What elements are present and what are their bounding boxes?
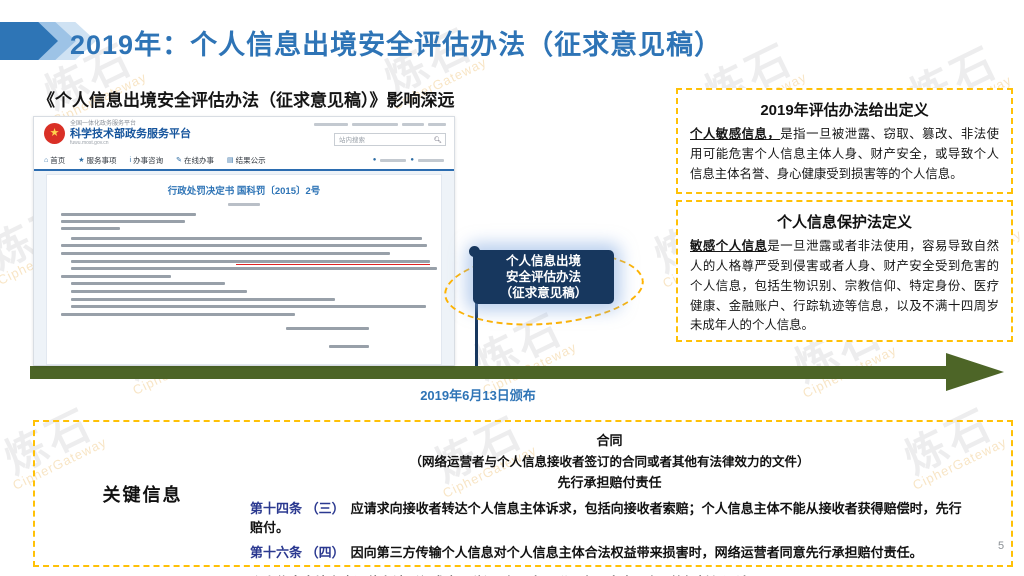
search-icon[interactable]: 🔍︎ — [434, 134, 442, 147]
document-text-line — [71, 290, 247, 294]
article-ref: 第十六条 （四） — [250, 545, 345, 560]
document-signature-lines — [61, 322, 427, 358]
article-text: 应请求向接收者转达个人信息主体诉求，包括向接收者索赔；个人信息主体不能从接收者获… — [250, 500, 962, 535]
document-text-line — [61, 244, 427, 248]
article-text: 因向第三方传输个人信息对个人信息主体合法权益带来损害时，网络运营者同意先行承担赔… — [350, 545, 923, 560]
document-text-line — [61, 226, 120, 230]
contract-heading: 合同 — [596, 433, 623, 448]
nav-icon: ▤ — [226, 157, 234, 164]
slide-subtitle: 《个人信息出境安全评估办法（征求意见稿）》影响深远 — [38, 91, 455, 110]
nav-item-3[interactable]: ✎ 在线办事 — [176, 155, 214, 166]
definition-text: 是一旦泄露或者非法使用，容易导致自然人的人格尊严受到侵害或者人身、财产安全受到危… — [690, 239, 1000, 333]
timeline-arrow-head — [946, 353, 1004, 391]
site-navbar: ⌂ 首页 ★ 服务事项 i 办事咨询 ✎ 在线办事 ▤ 结果公示 ● ● — [34, 151, 454, 171]
nav-icon: i — [129, 156, 132, 164]
header-links[interactable] — [314, 123, 446, 126]
national-emblem-icon: ★ — [44, 123, 65, 144]
gov-website-screenshot: ★ 全国一体化政务服务平台 科学技术部政务服务平台 fuwu.most.gov.… — [33, 116, 455, 366]
site-name: 科学技术部政务服务平台 — [70, 127, 191, 140]
page-number: 5 — [998, 540, 1005, 552]
document-body-lines — [61, 236, 437, 316]
document-text-line — [71, 305, 427, 309]
definition-box-pipl: 个人信息保护法定义 敏感个人信息是一旦泄露或者非法使用，容易导致自然人的人格尊严… — [676, 200, 1013, 342]
badge-line: 安全评估办法 — [505, 269, 581, 284]
article-ref: 第十四条 （三） — [250, 500, 345, 516]
site-url: fuwu.most.gov.cn — [70, 139, 109, 146]
document-text-line — [61, 219, 186, 223]
document-text-line — [61, 212, 197, 216]
site-search-input[interactable]: 站内搜索 🔍︎ — [334, 133, 446, 146]
document-signature-line — [328, 345, 369, 349]
nav-label: 服务事项 — [86, 155, 117, 165]
document-text-line — [71, 297, 335, 301]
definition-box-body: 个人敏感信息，是指一旦被泄露、窃取、篡改、非法使用可能危害个人信息主体人身、财产… — [690, 125, 999, 185]
page-title: 2019年：个人信息出境安全评估办法（征求意见稿） — [70, 30, 723, 60]
nav-item-1[interactable]: ★ 服务事项 — [78, 155, 116, 166]
key-info-label: 关键信息 — [102, 484, 183, 505]
key-info-box: 关键信息 合同 （网络运营者与个人信息接收者签订的合同或者其他有法律效力的文件）… — [33, 420, 1013, 576]
nav-label: 结果公示 — [235, 155, 266, 165]
document-text-line — [71, 282, 225, 286]
user-icon: ● — [372, 157, 377, 163]
document-area: 行政处罚决定书 国科罚〔2015〕2号 — [34, 171, 454, 365]
document-text-line — [61, 312, 296, 316]
document-text-line — [71, 267, 437, 271]
timeline-arrow-shaft — [30, 366, 948, 379]
definition-lead: 个人敏感信息， — [690, 127, 781, 141]
red-underline-highlight — [236, 264, 430, 266]
article-14: 第十四条 （三） 应请求向接收者转达个人信息主体诉求，包括向接收者索赔；个人信息主… — [250, 498, 969, 536]
header-link[interactable] — [314, 123, 348, 126]
nav-icon: ⌂ — [44, 156, 49, 164]
document-signature-line — [285, 327, 369, 331]
badge-line: 个人信息出境 — [505, 253, 581, 268]
nav-label: 办事咨询 — [133, 155, 164, 165]
definition-lead: 敏感个人信息 — [690, 239, 768, 253]
document-title: 行政处罚决定书 国科罚〔2015〕2号 — [167, 186, 321, 197]
document-text-line — [61, 252, 391, 256]
key-info-content: 合同 （网络运营者与个人信息接收者签订的合同或者其他有法律效力的文件） 先行承担… — [250, 422, 1011, 576]
header-link[interactable] — [402, 123, 424, 126]
document-text-line — [71, 259, 430, 266]
nav-icon: ✎ — [176, 157, 182, 164]
header-link[interactable] — [352, 123, 398, 126]
definition-box-2019: 2019年评估办法给出定义 个人敏感信息，是指一旦被泄露、窃取、篡改、非法使用可… — [676, 88, 1013, 194]
contract-subheading: （网络运营者与个人信息接收者签订的合同或者其他有法律效力的文件） — [409, 455, 810, 469]
milestone-badge: 个人信息出境 安全评估办法 （征求意见稿） — [473, 250, 614, 304]
nav-user-links[interactable]: ● ● — [373, 157, 444, 163]
nav-label: 首页 — [50, 155, 66, 165]
header-link[interactable] — [428, 123, 446, 126]
user-icon: ● — [410, 157, 414, 163]
user-link[interactable] — [418, 158, 444, 162]
slide: 炼石CipherGateway炼石CipherGateway炼石CipherGa… — [0, 0, 1024, 576]
badge-line: （征求意见稿） — [499, 286, 588, 301]
penalty-document-page: 行政处罚决定书 国科罚〔2015〕2号 — [46, 174, 442, 365]
nav-label: 在线办事 — [183, 155, 214, 165]
footer-note: 个人信息出境安全评估办法（征求意见稿）：在国家互联网办公室官网有6篇解析与评论。 — [250, 572, 969, 576]
nav-icon: ★ — [78, 157, 85, 164]
site-identity: 全国一体化政务服务平台 科学技术部政务服务平台 fuwu.most.gov.cn — [70, 121, 191, 146]
user-link[interactable] — [380, 158, 407, 162]
nav-item-0[interactable]: ⌂ 首页 — [44, 155, 65, 166]
document-party-lines — [61, 212, 427, 230]
definition-box-body: 敏感个人信息是一旦泄露或者非法使用，容易导致自然人的人格尊严受到侵害或者人身、财… — [690, 237, 999, 336]
document-text-line — [61, 274, 171, 278]
definition-box-title: 2019年评估办法给出定义 — [760, 102, 929, 119]
document-text-line — [71, 236, 423, 240]
liability-heading: 先行承担赔付责任 — [557, 475, 662, 490]
nav-item-4[interactable]: ▤ 结果公示 — [227, 155, 266, 166]
article-16: 第十六条 （四） 因向第三方传输个人信息对个人信息主体合法权益带来损害时，网络运营… — [250, 542, 969, 561]
timeline-date-label: 2019年6月13日颁布 — [420, 388, 536, 403]
nav-item-2[interactable]: i 办事咨询 — [130, 155, 164, 166]
platform-tagline: 全国一体化政务服务平台 — [70, 121, 137, 127]
definition-box-title: 个人信息保护法定义 — [776, 214, 912, 231]
timeline-connector-dot — [469, 246, 480, 257]
document-date-line — [227, 203, 261, 206]
site-header: ★ 全国一体化政务服务平台 科学技术部政务服务平台 fuwu.most.gov.… — [34, 117, 454, 151]
